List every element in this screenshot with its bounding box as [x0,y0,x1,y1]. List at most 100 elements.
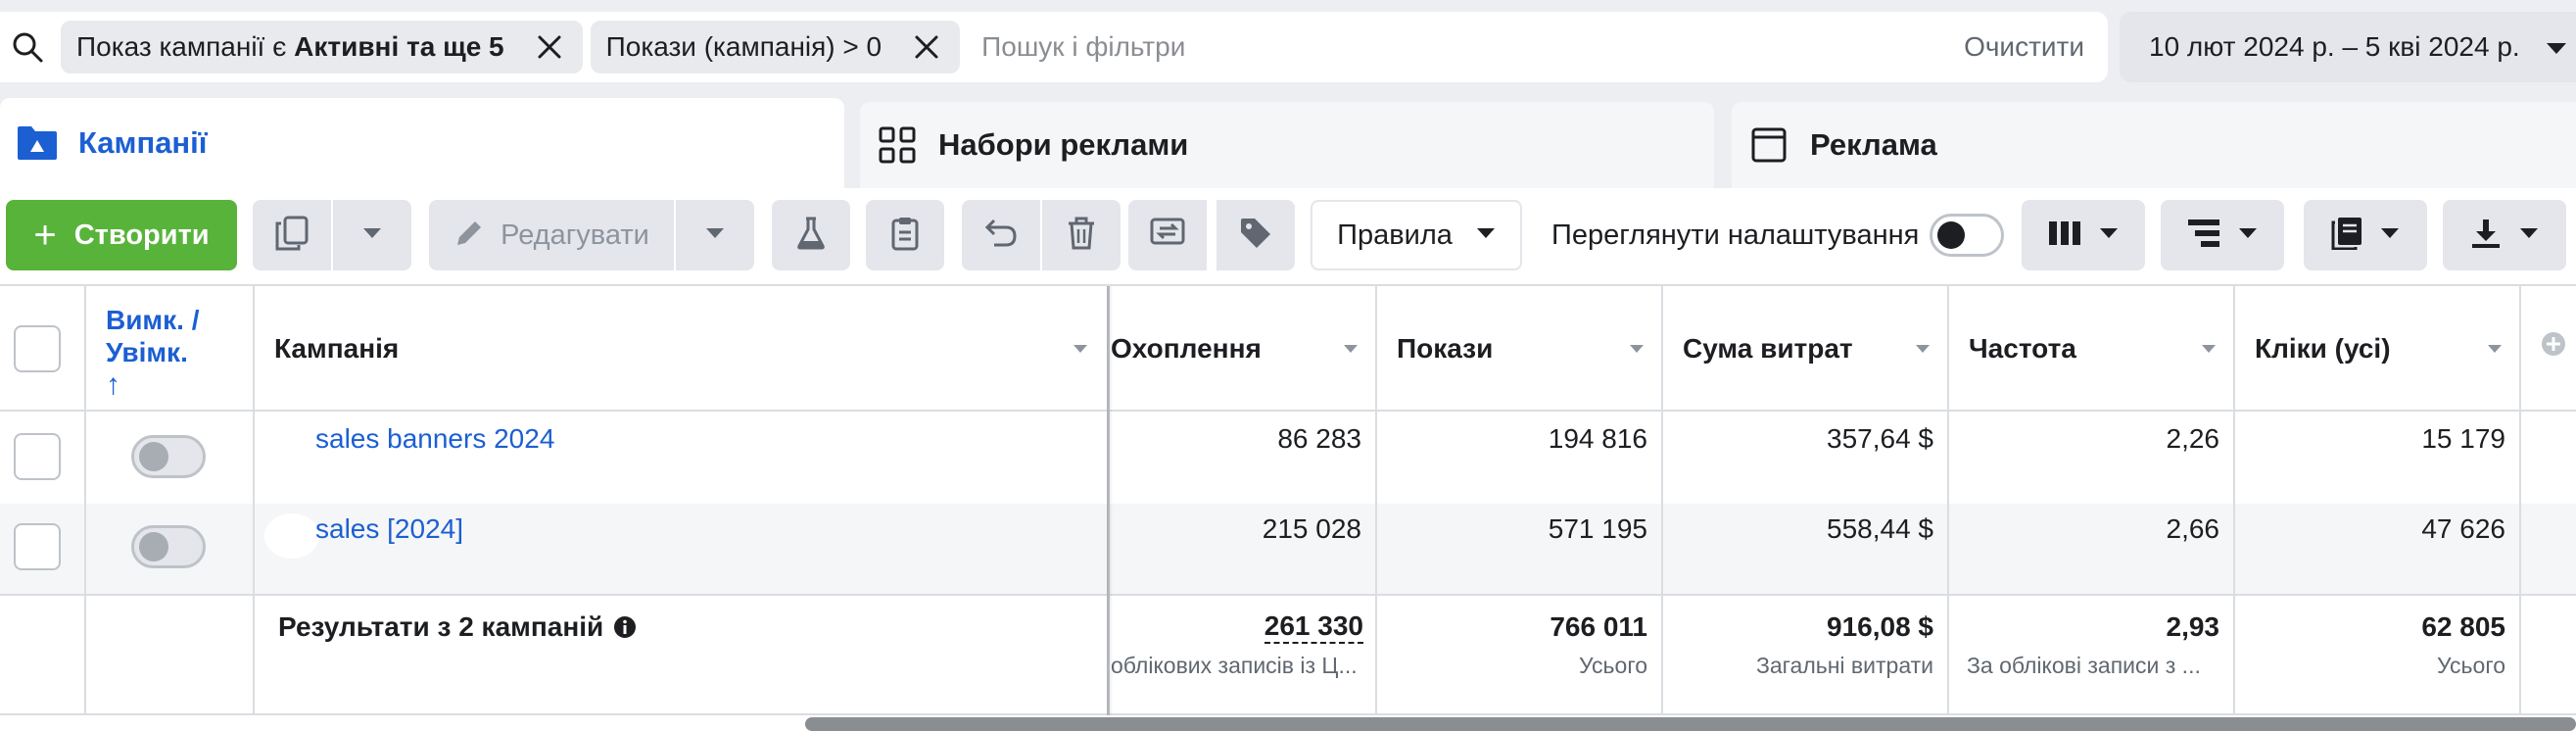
caret-down-icon[interactable] [1344,345,1358,353]
row-checkbox[interactable] [14,433,61,480]
total-clicks-sub: Усього [2255,649,2505,682]
campaign-name: sales [2024] [315,513,463,544]
caret-down-icon[interactable] [2202,345,2216,353]
frequency-value: 2,26 [2166,423,2220,454]
create-button-label: Створити [73,219,210,251]
divider [2519,286,2521,713]
total-clicks-sub-label: Усього [2436,652,2505,678]
breakdown-button[interactable] [2161,200,2284,270]
clipboard-icon [890,216,920,256]
tab-ad-sets-label: Набори реклами [938,127,1189,162]
view-settings-toggle[interactable] [1930,214,2004,257]
header-frequency[interactable]: Частота [1969,327,2076,370]
frequency-value: 2,66 [2166,513,2220,544]
columns-button[interactable] [2022,200,2145,270]
campaign-name-link[interactable]: sales banners 2024 [315,421,554,457]
divider [0,410,2576,412]
header-frequency-label: Частота [1969,333,2076,364]
cell-impressions: 571 195 [1397,512,1647,547]
view-settings: Переглянути налаштування [1551,200,1924,270]
total-reach-value[interactable]: 261 330 [1264,610,1363,644]
filter-chip-status-prefix: Показ кампанії є [76,31,295,62]
preview-button[interactable] [1128,200,1207,270]
delete-button[interactable] [1042,200,1121,270]
cell-spend: 357,64 $ [1683,421,1933,457]
row-checkbox[interactable] [14,523,61,570]
horizontal-scrollbar[interactable] [805,717,2576,731]
checkbox[interactable] [14,523,61,570]
rules-label: Правила [1337,219,1453,251]
total-spend: 916,08 $ [1683,608,1933,647]
header-impressions[interactable]: Покази [1397,327,1493,370]
header-spend[interactable]: Сума витрат [1683,327,1853,370]
cell-reach: 86 283 [1111,421,1361,457]
caret-down-icon[interactable] [1630,345,1644,353]
undo-button[interactable] [962,200,1040,270]
tab-ad-sets[interactable]: Набори реклами [860,102,1714,188]
reports-button[interactable] [2304,200,2427,270]
folder-icon [16,122,59,165]
impressions-value: 194 816 [1548,423,1647,454]
campaign-name-link[interactable]: sales [2024] [315,512,463,547]
search-icon[interactable] [8,27,47,67]
total-clicks: 62 805 [2255,608,2505,647]
cell-frequency: 2,66 [1969,512,2220,547]
total-frequency-sub-label: За облікові записи з ... [1967,652,2201,678]
breakdown-icon [2187,219,2220,253]
rules-dropdown[interactable]: Правила [1311,200,1522,270]
caret-down-icon[interactable] [2488,345,2502,353]
tab-campaigns[interactable]: Кампанії [0,98,844,188]
divider [84,286,86,713]
tab-campaigns-label: Кампанії [78,125,208,160]
divider [2233,286,2235,713]
chevron-down-icon [2238,226,2258,244]
edit-button-label: Редагувати [501,219,649,251]
info-icon[interactable] [613,615,637,639]
header-toggle[interactable]: Вимк. / Увімк. ↑ [106,304,243,401]
close-icon[interactable] [907,27,946,67]
tab-ads-label: Реклама [1810,127,1937,162]
header-reach[interactable]: Охоплення [1111,327,1262,370]
chevron-down-icon [2519,226,2539,244]
header-campaign-label: Кампанія [274,333,400,364]
tab-ads[interactable]: Реклама [1732,102,2576,188]
caret-down-icon[interactable] [1916,345,1930,353]
total-spend-value: 916,08 $ [1827,611,1933,642]
create-button[interactable]: + Створити [6,200,237,270]
row-status-toggle[interactable] [131,435,206,478]
caret-down-icon[interactable] [1073,345,1087,353]
header-reach-label: Охоплення [1111,333,1262,364]
pencil-icon [453,218,485,254]
header-toggle-label: Вимк. / Увімк. [106,305,200,367]
chevron-down-icon [1476,226,1496,244]
divider [0,594,2576,596]
chevron-down-icon [705,226,725,244]
search-filter-input[interactable] [981,21,1965,73]
export-button[interactable] [2443,200,2566,270]
tag-icon [1239,217,1272,255]
filter-chip-impressions[interactable]: Покази (кампанія) > 0 [590,21,961,73]
date-range-picker[interactable]: 10 лют 2024 р. – 5 кві 2024 р. [2120,12,2576,82]
tag-button[interactable] [1216,200,1295,270]
total-frequency: 2,93 [1969,608,2220,647]
close-icon[interactable] [530,27,569,67]
filter-chip-status[interactable]: Показ кампанії є Активні та ще 5 [61,21,583,73]
checkbox[interactable] [14,325,61,372]
clipboard-button[interactable] [866,200,944,270]
grid-icon [876,123,919,167]
add-column-icon[interactable] [2541,331,2566,357]
duplicate-dropdown[interactable] [333,200,411,270]
checkbox[interactable] [14,433,61,480]
edit-dropdown[interactable] [676,200,754,270]
impressions-value: 571 195 [1548,513,1647,544]
select-all-checkbox[interactable] [14,325,61,372]
chevron-down-icon [2546,31,2567,63]
header-clicks[interactable]: Кліки (усі) [2255,327,2391,370]
total-frequency-value: 2,93 [2166,611,2220,642]
ab-test-button[interactable] [772,200,850,270]
edit-button[interactable]: Редагувати [429,200,674,270]
duplicate-button[interactable] [253,200,331,270]
row-status-toggle[interactable] [131,525,206,568]
clear-filters-button[interactable]: Очистити [1964,31,2084,63]
header-campaign[interactable]: Кампанія [274,327,399,370]
